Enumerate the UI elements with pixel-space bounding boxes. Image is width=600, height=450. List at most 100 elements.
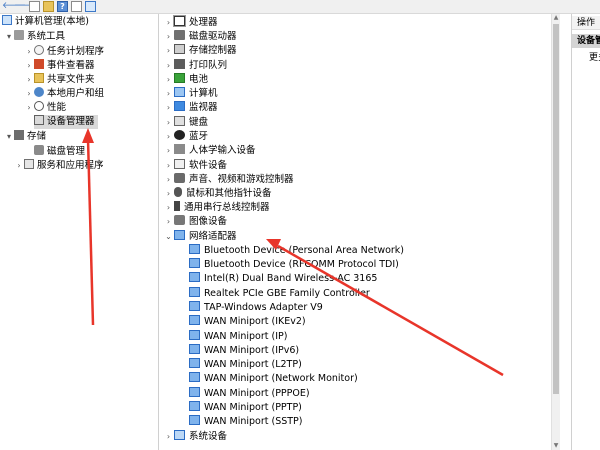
device-category[interactable]: › 打印队列 <box>163 59 227 73</box>
network-adapter-icon <box>189 258 200 268</box>
device-category[interactable]: › 键盘 <box>163 116 208 130</box>
chevron-right-icon[interactable]: › <box>163 187 174 201</box>
chevron-right-icon[interactable]: › <box>24 59 34 73</box>
scrollbar-thumb[interactable] <box>553 24 559 394</box>
adapter-item[interactable]: WAN Miniport (L2TP) <box>189 358 302 372</box>
tree-services-apps[interactable]: › 服务和应用程序 <box>14 159 104 173</box>
chevron-right-icon[interactable]: › <box>163 159 174 173</box>
shared-folder-icon <box>34 73 44 83</box>
adapter-item[interactable]: WAN Miniport (IP) <box>189 330 287 344</box>
adapter-item[interactable]: Bluetooth Device (Personal Area Network) <box>189 244 404 258</box>
adapter-item[interactable]: Bluetooth Device (RFCOMM Protocol TDI) <box>189 258 399 272</box>
adapter-label: WAN Miniport (IP) <box>204 331 288 342</box>
adapter-item[interactable]: WAN Miniport (IKEv2) <box>189 315 306 329</box>
chevron-right-icon[interactable]: › <box>24 87 34 101</box>
device-category[interactable]: › 通用串行总线控制器 <box>163 201 270 215</box>
console-tree-icon[interactable] <box>29 1 40 12</box>
disk-drive-icon <box>174 30 185 40</box>
adapter-item[interactable]: Intel(R) Dual Band Wireless-AC 3165 <box>189 272 377 286</box>
chevron-down-icon[interactable]: ▾ <box>4 30 14 44</box>
adapter-label: WAN Miniport (IKEv2) <box>204 316 306 327</box>
help-icon[interactable]: ? <box>57 1 68 12</box>
device-category[interactable]: › 鼠标和其他指针设备 <box>163 187 272 201</box>
services-icon <box>24 159 34 169</box>
device-category[interactable]: › 存储控制器 <box>163 44 237 58</box>
adapter-item[interactable]: WAN Miniport (Network Monitor) <box>189 372 358 386</box>
tree-local-users[interactable]: › 本地用户和组 <box>24 87 104 101</box>
device-category[interactable]: › 计算机 <box>163 87 218 101</box>
chevron-right-icon[interactable]: › <box>163 44 174 58</box>
category-label: 存储控制器 <box>189 45 237 56</box>
chevron-right-icon[interactable]: › <box>163 430 174 444</box>
adapter-item[interactable]: WAN Miniport (PPPOE) <box>189 387 310 401</box>
vertical-scrollbar[interactable]: ▲ ▼ <box>551 14 560 450</box>
keyboard-icon <box>174 116 185 126</box>
chevron-right-icon[interactable]: › <box>163 116 174 130</box>
device-category[interactable]: › 电池 <box>163 73 208 87</box>
device-category[interactable]: › 处理器 <box>163 15 218 30</box>
adapter-item[interactable]: WAN Miniport (SSTP) <box>189 415 303 429</box>
tree-disk-management[interactable]: 磁盘管理 <box>34 145 85 159</box>
chevron-right-icon[interactable]: › <box>163 73 174 87</box>
device-category-network-adapters[interactable]: ⌄ 网络适配器 <box>163 230 237 244</box>
chevron-right-icon[interactable]: › <box>163 144 174 158</box>
monitor-icon[interactable] <box>85 1 96 12</box>
chevron-right-icon[interactable]: › <box>163 87 174 101</box>
chevron-right-icon[interactable]: › <box>163 130 174 144</box>
back-arrow-icon[interactable]: 🡐 <box>2 1 26 12</box>
category-label: 打印队列 <box>189 60 228 71</box>
chevron-down-icon[interactable]: ▾ <box>4 130 14 144</box>
chevron-right-icon[interactable]: › <box>163 30 174 44</box>
adapter-item[interactable]: Realtek PCIe GBE Family Controller <box>189 287 370 301</box>
tree-event-viewer[interactable]: › 事件查看器 <box>24 59 95 73</box>
device-category[interactable]: › 图像设备 <box>163 215 227 229</box>
actions-pane: 操作 设备管理器 更多操作 <box>571 14 600 450</box>
chevron-right-icon[interactable]: › <box>24 101 34 115</box>
chevron-right-icon[interactable]: › <box>14 159 24 173</box>
more-actions[interactable]: 更多操作 <box>589 51 600 65</box>
device-category[interactable]: › 声音、视频和游戏控制器 <box>163 173 294 187</box>
device-category[interactable]: › 人体学输入设备 <box>163 144 256 158</box>
tree-storage[interactable]: ▾ 存储 <box>4 130 46 144</box>
category-label: 软件设备 <box>189 160 228 171</box>
device-category[interactable]: › 软件设备 <box>163 159 227 173</box>
device-category[interactable]: › 监视器 <box>163 101 218 115</box>
chevron-right-icon[interactable]: › <box>163 59 174 73</box>
adapter-label: Realtek PCIe GBE Family Controller <box>204 288 370 299</box>
chevron-right-icon[interactable]: › <box>24 73 34 87</box>
adapter-item[interactable]: TAP-Windows Adapter V9 <box>189 301 323 315</box>
scroll-down-icon[interactable]: ▼ <box>552 442 560 450</box>
network-adapter-icon <box>189 315 200 325</box>
scroll-up-icon[interactable]: ▲ <box>552 14 560 22</box>
properties-folder-icon[interactable] <box>43 1 54 12</box>
chevron-right-icon[interactable]: › <box>163 16 174 30</box>
category-label: 人体学输入设备 <box>189 145 256 156</box>
network-adapter-icon <box>189 401 200 411</box>
chevron-down-icon[interactable]: ⌄ <box>163 230 174 244</box>
window-icon[interactable] <box>71 1 82 12</box>
chevron-right-icon[interactable]: › <box>163 173 174 187</box>
tree-device-manager[interactable]: 设备管理器 <box>34 115 98 129</box>
adapter-item[interactable]: WAN Miniport (IPv6) <box>189 344 299 358</box>
chevron-right-icon[interactable]: › <box>163 101 174 115</box>
adapter-label: TAP-Windows Adapter V9 <box>204 302 323 313</box>
computer-icon <box>174 87 185 97</box>
bluetooth-icon <box>174 130 185 140</box>
tree-task-scheduler[interactable]: › 任务计划程序 <box>24 45 104 59</box>
chevron-right-icon[interactable]: › <box>24 45 34 59</box>
tree-performance[interactable]: › 性能 <box>24 101 66 115</box>
adapter-label: Bluetooth Device (Personal Area Network) <box>204 245 405 256</box>
device-category[interactable]: › 系统设备 <box>163 430 227 444</box>
tree-system-tools[interactable]: ▾ 系统工具 <box>4 30 65 44</box>
tree-root[interactable]: 计算机管理(本地) <box>2 15 89 29</box>
actions-device-manager[interactable]: 设备管理器 <box>572 34 600 48</box>
device-category[interactable]: › 蓝牙 <box>163 130 208 144</box>
adapter-item[interactable]: WAN Miniport (PPTP) <box>189 401 302 415</box>
tree-shared-folders[interactable]: › 共享文件夹 <box>24 73 95 87</box>
chevron-right-icon[interactable]: › <box>163 215 174 229</box>
tree-label: 计算机管理(本地) <box>15 16 89 27</box>
device-category[interactable]: › 磁盘驱动器 <box>163 30 237 44</box>
chevron-right-icon[interactable]: › <box>163 201 174 215</box>
category-label: 网络适配器 <box>189 231 237 242</box>
forward-arrow-icon[interactable]: 🡒 <box>14 1 38 12</box>
